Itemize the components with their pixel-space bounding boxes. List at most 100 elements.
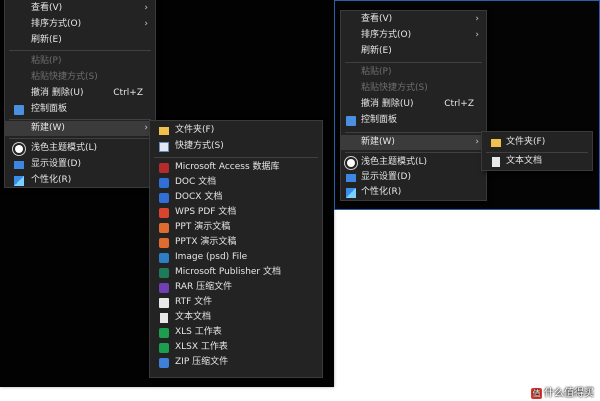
menu-item-new[interactable]: 新建(W) › <box>341 135 486 150</box>
left-desktop-screenshot: 查看(V) › 排序方式(O) › 刷新(E) 粘贴(P) 粘贴快捷方式(S) … <box>0 0 334 387</box>
menu-item-label: RAR 压缩文件 <box>175 282 233 292</box>
menu-item-light-theme[interactable]: 浅色主题模式(L) <box>5 141 155 156</box>
menu-item-label: PPT 演示文稿 <box>175 222 231 232</box>
new-docx-item[interactable]: DOCX 文档 <box>150 190 322 205</box>
menu-item-control-panel[interactable]: 控制面板 <box>341 113 486 128</box>
new-pptx-item[interactable]: PPTX 演示文稿 <box>150 235 322 250</box>
menu-separator <box>154 157 318 158</box>
new-doc-item[interactable]: DOC 文档 <box>150 175 322 190</box>
new-psd-item[interactable]: Image (psd) File <box>150 250 322 265</box>
watermark-text: 什么值得买 <box>544 388 594 399</box>
menu-item-view[interactable]: 查看(V) › <box>341 12 486 27</box>
menu-item-label: 排序方式(O) <box>361 30 412 40</box>
menu-item-control-panel[interactable]: 控制面板 <box>5 102 155 117</box>
chevron-right-icon: › <box>475 137 479 147</box>
xls-icon <box>159 343 169 353</box>
rar-icon <box>159 283 169 293</box>
menu-item-label: XLS 工作表 <box>175 327 222 337</box>
menu-item-sort[interactable]: 排序方式(O) › <box>5 17 155 32</box>
wps-doc-icon <box>159 193 169 203</box>
menu-item-label: ZIP 压缩文件 <box>175 357 229 367</box>
new-folder-item[interactable]: 文件夹(F) <box>150 123 322 138</box>
new-rtf-item[interactable]: RTF 文件 <box>150 295 322 310</box>
menu-item-paste-shortcut[interactable]: 粘贴快捷方式(S) <box>341 81 486 96</box>
sun-icon <box>15 145 23 153</box>
menu-item-label: 个性化(R) <box>361 187 402 197</box>
menu-item-label: Microsoft Publisher 文档 <box>175 267 281 277</box>
menu-item-undo-delete[interactable]: 撤消 删除(U) Ctrl+Z <box>341 97 486 112</box>
personalize-icon <box>14 176 24 186</box>
new-rar-item[interactable]: RAR 压缩文件 <box>150 280 322 295</box>
menu-item-personalize[interactable]: 个性化(R) <box>5 173 155 188</box>
wps-doc-icon <box>159 178 169 188</box>
menu-item-label: 粘贴(P) <box>361 67 392 77</box>
menu-item-personalize[interactable]: 个性化(R) <box>341 185 486 200</box>
wps-ppt-icon <box>159 223 169 233</box>
menu-item-label: XLSX 工作表 <box>175 342 228 352</box>
menu-item-label: 刷新(E) <box>31 35 62 45</box>
new-zip-item[interactable]: ZIP 压缩文件 <box>150 355 322 370</box>
new-wps-pdf-item[interactable]: WPS PDF 文档 <box>150 205 322 220</box>
new-publisher-item[interactable]: Microsoft Publisher 文档 <box>150 265 322 280</box>
text-document-icon <box>160 313 168 323</box>
new-ppt-item[interactable]: PPT 演示文稿 <box>150 220 322 235</box>
menu-item-new[interactable]: 新建(W) › <box>5 121 155 136</box>
new-xlsx-item[interactable]: XLSX 工作表 <box>150 340 322 355</box>
menu-item-light-theme[interactable]: 浅色主题模式(L) <box>341 155 486 170</box>
menu-item-label: 文本文档 <box>175 312 212 322</box>
menu-item-label: 文本文档 <box>506 156 543 166</box>
menu-item-label: 浅色主题模式(L) <box>361 157 428 167</box>
menu-item-label: 个性化(R) <box>31 175 72 185</box>
monitor-icon <box>14 161 24 169</box>
menu-item-label: 粘贴快捷方式(S) <box>31 72 98 82</box>
new-submenu: 文件夹(F) 文本文档 <box>481 131 593 171</box>
menu-item-label: 新建(W) <box>361 137 395 147</box>
menu-separator <box>9 138 151 139</box>
menu-item-label: 排序方式(O) <box>31 19 82 29</box>
menu-item-label: DOC 文档 <box>175 177 217 187</box>
menu-item-label: 新建(W) <box>31 123 65 133</box>
control-panel-icon <box>346 116 356 126</box>
menu-item-label: 文件夹(F) <box>506 137 546 147</box>
chevron-right-icon: › <box>475 30 479 40</box>
new-text-document-item[interactable]: 文本文档 <box>150 310 322 325</box>
menu-item-display-settings[interactable]: 显示设置(D) <box>341 170 486 185</box>
menu-item-undo-delete[interactable]: 撤消 删除(U) Ctrl+Z <box>5 86 155 101</box>
menu-separator <box>345 152 482 153</box>
rtf-icon <box>159 298 169 308</box>
menu-item-view[interactable]: 查看(V) › <box>5 1 155 16</box>
menu-item-label: 粘贴(P) <box>31 56 62 66</box>
menu-separator <box>9 119 151 120</box>
menu-item-sort[interactable]: 排序方式(O) › <box>341 28 486 43</box>
new-folder-item[interactable]: 文件夹(F) <box>482 135 592 150</box>
xls-icon <box>159 328 169 338</box>
menu-item-refresh[interactable]: 刷新(E) <box>5 33 155 48</box>
image-icon <box>159 253 169 263</box>
right-desktop-screenshot: 查看(V) › 排序方式(O) › 刷新(E) 粘贴(P) 粘贴快捷方式(S) … <box>334 0 600 210</box>
new-shortcut-item[interactable]: 快捷方式(S) <box>150 139 322 154</box>
new-xls-item[interactable]: XLS 工作表 <box>150 325 322 340</box>
menu-item-label: Image (psd) File <box>175 252 248 262</box>
menu-item-display-settings[interactable]: 显示设置(D) <box>5 157 155 172</box>
access-icon <box>159 163 169 173</box>
menu-item-paste[interactable]: 粘贴(P) <box>5 54 155 69</box>
menu-item-label: 刷新(E) <box>361 46 392 56</box>
folder-icon <box>491 139 501 147</box>
new-submenu: 文件夹(F) 快捷方式(S) Microsoft Access 数据库 DOC … <box>149 120 323 378</box>
menu-item-paste-shortcut[interactable]: 粘贴快捷方式(S) <box>5 70 155 85</box>
menu-item-label: 文件夹(F) <box>175 125 215 135</box>
menu-item-label: 浅色主题模式(L) <box>31 143 98 153</box>
menu-item-label: 查看(V) <box>361 14 393 24</box>
menu-item-label: 显示设置(D) <box>361 172 411 182</box>
menu-item-label: RTF 文件 <box>175 297 213 307</box>
menu-item-label: 撤消 删除(U) <box>31 88 84 98</box>
watermark: 值什么值得买 <box>531 384 594 399</box>
menu-item-label: 控制面板 <box>31 104 68 114</box>
new-text-document-item[interactable]: 文本文档 <box>482 154 592 169</box>
new-access-item[interactable]: Microsoft Access 数据库 <box>150 160 322 175</box>
menu-item-label: 查看(V) <box>31 3 63 13</box>
menu-item-refresh[interactable]: 刷新(E) <box>341 44 486 59</box>
watermark-badge: 值 <box>531 387 542 399</box>
menu-item-paste[interactable]: 粘贴(P) <box>341 65 486 80</box>
desktop-context-menu: 查看(V) › 排序方式(O) › 刷新(E) 粘贴(P) 粘贴快捷方式(S) … <box>4 0 156 188</box>
